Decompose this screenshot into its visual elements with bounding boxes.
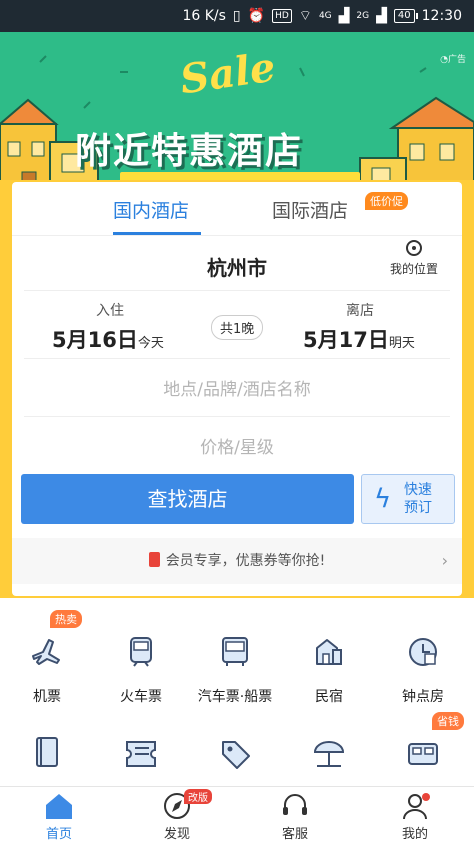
signal-icon-2: ▟ — [376, 8, 387, 24]
homestay-icon — [309, 632, 349, 672]
headset-icon — [250, 791, 340, 821]
hotel-search-card: 国内酒店 国际酒店 低价促 杭州市 我的位置 入住 5月16日今天 共1晚 离店… — [12, 182, 462, 596]
alarm-icon: ⏰ — [247, 8, 266, 24]
hot-sale-badge: 热卖 — [50, 610, 82, 628]
banner-title: 附近特惠酒店 — [75, 131, 304, 172]
nights-count: 共1晚 — [211, 315, 264, 340]
service-guidebook[interactable] — [0, 734, 94, 774]
quick-book-button[interactable]: ϟ 快速预订 — [361, 474, 455, 524]
service-homestay[interactable]: 民宿 — [282, 632, 376, 706]
my-location-label: 我的位置 — [389, 262, 438, 276]
service-label: 汽车票·船票 — [197, 689, 273, 705]
service-vacation[interactable] — [282, 734, 376, 774]
vibrate-icon: ▯ — [232, 8, 241, 24]
service-label: 火车票 — [120, 689, 162, 705]
status-bar: 16 K/s ▯ ⏰ HD ⌔ 4G ▟ 2G ▟ 40 12:30 — [0, 0, 474, 32]
compass-icon: 改版 — [132, 789, 222, 821]
checkout-day: 明天 — [388, 336, 415, 351]
service-flight[interactable]: 机票 热卖 — [0, 610, 94, 706]
home-icon — [14, 791, 104, 821]
bottom-tab-bar: 首页 改版 发现 客服 我的 — [0, 786, 474, 842]
locate-icon — [406, 240, 422, 256]
signal-2g-label: 2G — [356, 11, 370, 21]
checkout-date-value: 5月17日 — [303, 328, 389, 352]
signal-icon: ▟ — [338, 8, 350, 24]
ad-text: 广告 — [447, 55, 466, 65]
service-train[interactable]: 火车票 — [94, 632, 188, 706]
service-label: 民宿 — [315, 689, 343, 705]
active-tab-indicator — [113, 232, 201, 235]
hourly-room-icon — [403, 632, 443, 672]
service-hourly-room[interactable]: 钟点房 — [376, 632, 470, 706]
search-hotel-button[interactable]: 查找酒店 — [21, 474, 354, 524]
service-label: 机票 — [33, 689, 61, 705]
keyword-input[interactable]: 地点/品牌/酒店名称 — [12, 375, 462, 400]
my-location-button[interactable]: 我的位置 — [384, 240, 444, 277]
ad-icon: ◔ — [440, 55, 448, 65]
beach-icon — [309, 734, 349, 774]
tab-home[interactable]: 首页 — [14, 791, 104, 842]
bed-icon — [403, 734, 443, 774]
member-offer-bar[interactable]: 会员专享，优惠券等你抢! › — [12, 538, 462, 584]
checkin-label: 入住 — [96, 303, 124, 319]
tab-discover[interactable]: 改版 发现 — [132, 789, 222, 842]
tab-customer-service-label: 客服 — [281, 827, 308, 842]
chevron-right-icon: › — [441, 551, 448, 570]
tab-discover-label: 发现 — [163, 827, 190, 842]
notification-dot — [422, 793, 430, 801]
battery-icon: 40 — [393, 9, 418, 23]
service-label: 钟点房 — [402, 689, 444, 705]
tag-icon — [215, 734, 255, 774]
quick-book-line-2: 预订 — [404, 500, 432, 516]
checkin-day: 今天 — [137, 336, 164, 351]
quick-book-label: 快速 预订 — [404, 481, 432, 517]
divider — [24, 416, 450, 417]
lightning-icon: ϟ — [374, 484, 392, 514]
service-ticket[interactable] — [94, 734, 188, 774]
plane-icon — [27, 632, 67, 672]
low-price-badge: 低价促 — [365, 192, 408, 210]
network-speed: 16 K/s — [182, 8, 226, 24]
tab-me[interactable]: 我的 — [370, 791, 460, 842]
hotel-tabs: 国内酒店 国际酒店 低价促 — [12, 182, 462, 236]
divider — [24, 358, 450, 359]
train-icon — [121, 632, 161, 672]
tab-customer-service[interactable]: 客服 — [250, 791, 340, 842]
price-star-input[interactable]: 价格/星级 — [12, 433, 462, 458]
save-money-badge: 省钱 — [432, 712, 464, 730]
clock: 12:30 — [421, 8, 462, 24]
tab-domestic-hotel[interactable]: 国内酒店 — [113, 196, 189, 223]
checkin-date-value: 5月16日 — [52, 328, 138, 352]
tab-home-label: 首页 — [45, 827, 72, 842]
ticket-icon — [121, 734, 161, 774]
hd-icon: HD — [272, 9, 292, 23]
services-grid: 机票 热卖 火车票 汽车票·船票 民宿 钟点房 省钱 — [0, 598, 474, 786]
ad-label: ◔广告 — [440, 52, 466, 65]
user-icon — [370, 791, 460, 821]
divider — [24, 290, 450, 291]
guidebook-icon — [27, 734, 67, 774]
quick-book-line-1: 快速 — [404, 482, 432, 498]
signal-4g-label: 4G — [318, 11, 332, 21]
bus-icon — [215, 632, 255, 672]
tab-international-hotel[interactable]: 国际酒店 — [272, 196, 348, 223]
wifi-icon: ⌔ — [298, 8, 312, 24]
revamp-badge: 改版 — [184, 789, 212, 804]
checkin-date[interactable]: 5月16日今天 — [52, 324, 164, 354]
checkout-date[interactable]: 5月17日明天 — [303, 324, 415, 354]
coupon-icon — [148, 552, 160, 567]
tab-me-label: 我的 — [401, 827, 428, 842]
checkout-label: 离店 — [346, 303, 374, 319]
member-offer-text: 会员专享，优惠券等你抢! — [165, 553, 326, 569]
service-deals[interactable] — [188, 734, 282, 774]
service-bus-ferry[interactable]: 汽车票·船票 — [188, 632, 282, 706]
service-budget-hotel[interactable]: 省钱 — [376, 712, 470, 774]
